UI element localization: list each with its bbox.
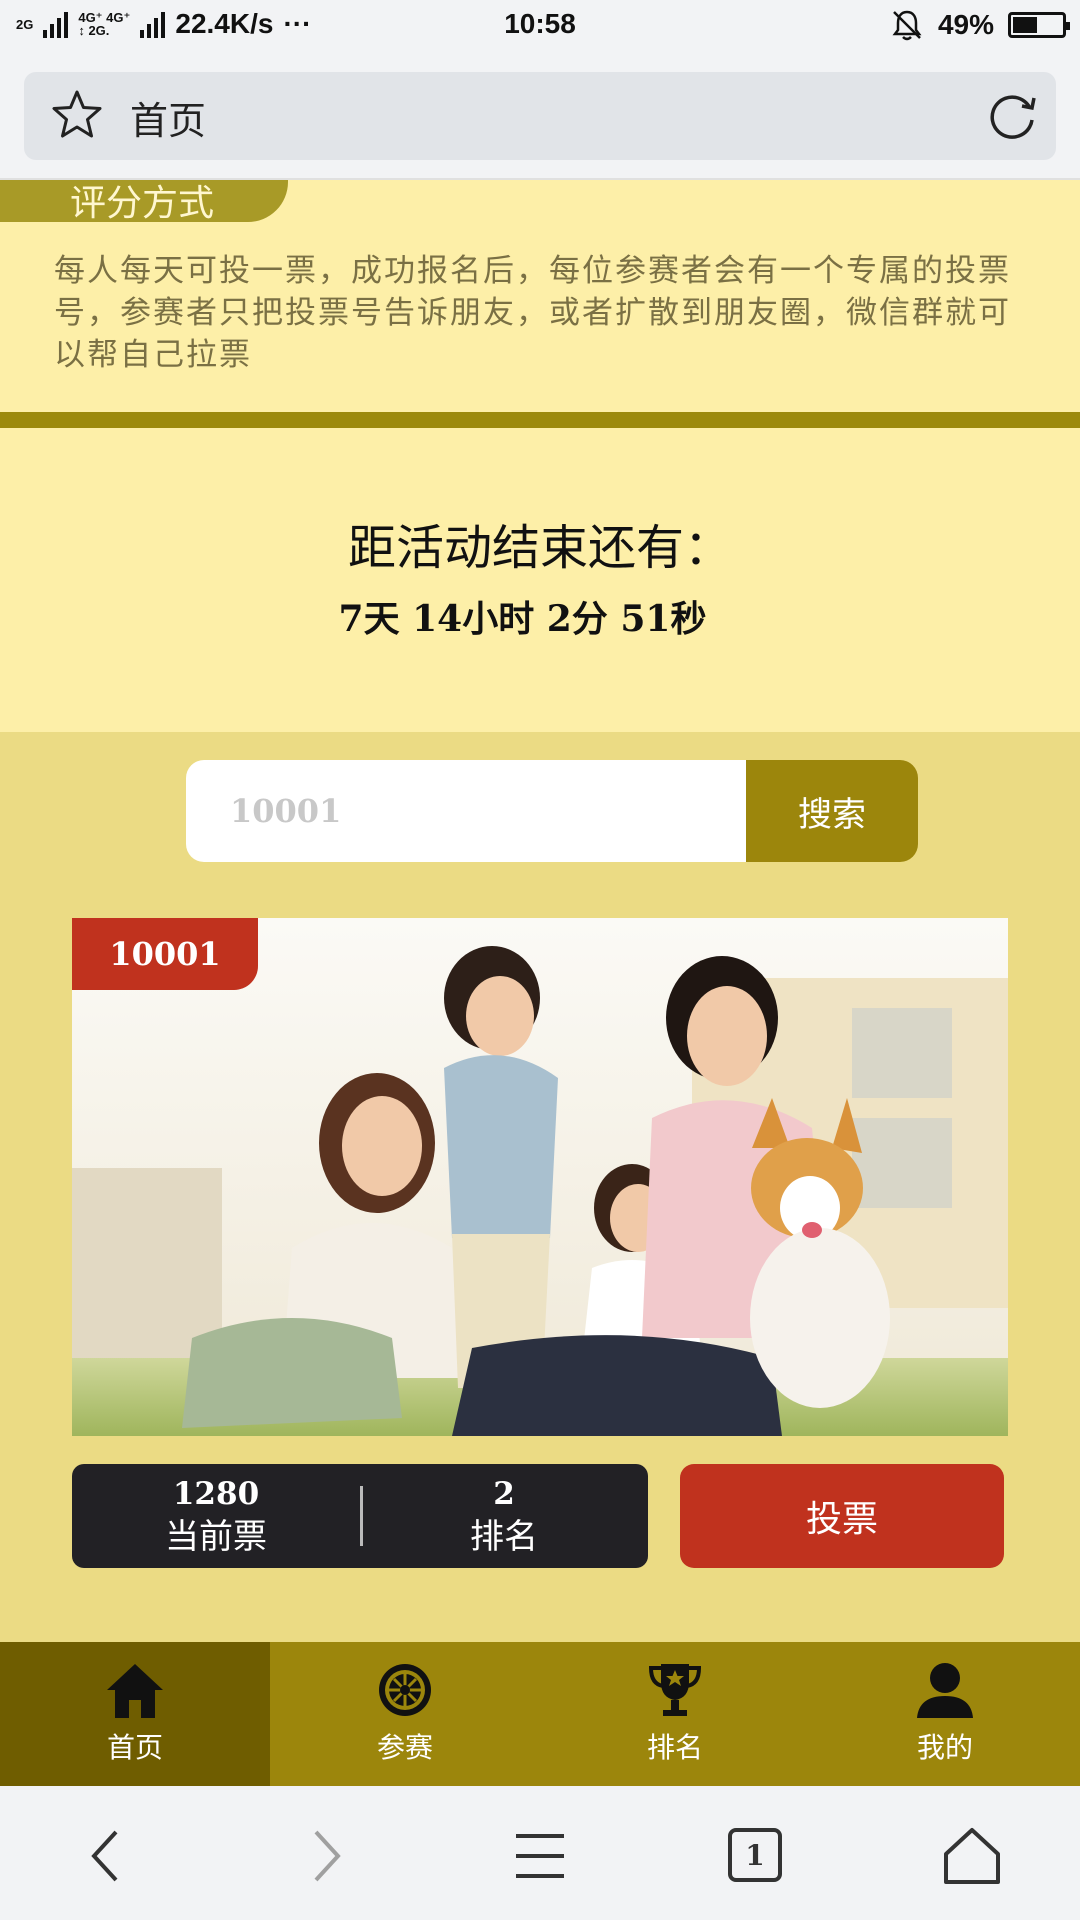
countdown-remaining: 7天 14小时 2分 51秒 (338, 598, 707, 640)
star-icon[interactable] (50, 88, 104, 142)
battery-percent: 49% (937, 9, 994, 40)
tab-join-label: 参赛 (376, 1731, 433, 1764)
rank-stat: 2 排名 (360, 1474, 648, 1560)
home-icon (107, 1664, 163, 1718)
entry-stats: 1280 当前票 2 排名 (72, 1464, 648, 1568)
entry-id-badge: 10001 (72, 918, 258, 990)
forward-icon[interactable] (294, 1826, 354, 1886)
search-input[interactable] (186, 760, 746, 862)
entry-photo[interactable]: 10001 (72, 918, 1008, 1436)
status-right: 49% (890, 8, 1070, 42)
vote-button[interactable]: 投票 (680, 1464, 1004, 1568)
rank-label: 排名 (470, 1517, 538, 1557)
countdown-heading: 距活动结束还有： (347, 520, 732, 576)
tab-mine[interactable]: 我的 (810, 1642, 1080, 1786)
reload-icon[interactable] (984, 88, 1040, 144)
family-photo-image (72, 918, 1008, 1436)
rank-value: 2 (493, 1476, 515, 1512)
main-section: 搜索 (0, 732, 1080, 1642)
battery-icon (1008, 12, 1070, 38)
rules-text: 每人每天可投一票，成功报名后，每位参赛者会有一个专属的投票号，参赛者只把投票号告… (54, 253, 1011, 373)
tab-ranking[interactable]: 排名 (540, 1642, 810, 1786)
trophy-icon (648, 1664, 702, 1716)
browser-nav-bar: 1 (0, 1786, 1080, 1920)
tab-home[interactable]: 首页 (0, 1642, 270, 1786)
menu-icon[interactable] (510, 1826, 570, 1886)
mute-bell-icon (892, 10, 922, 41)
tabs-count-button[interactable]: 1 (728, 1828, 782, 1882)
address-bar[interactable]: 首页 (24, 72, 1056, 160)
status-bar: 2G 4G⁺ 4G⁺ ↕ 2G. 22.4K/s ··· 10:58 49% (0, 0, 1080, 56)
rules-tag: 评分方式 (0, 180, 288, 224)
section-divider (0, 412, 1080, 428)
battery-fill (1013, 17, 1037, 33)
tab-mine-label: 我的 (916, 1731, 973, 1764)
wheel-icon (379, 1664, 431, 1716)
search-button[interactable]: 搜索 (746, 760, 918, 862)
votes-value: 1280 (172, 1476, 260, 1512)
search-bar: 搜索 (186, 760, 918, 862)
votes-stat: 1280 当前票 (72, 1474, 360, 1560)
page-title: 首页 (130, 99, 207, 143)
user-icon (917, 1663, 973, 1718)
tab-join[interactable]: 参赛 (270, 1642, 540, 1786)
bottom-tab-bar: 首页 参赛 排名 我的 (0, 1642, 1080, 1786)
countdown-section: 距活动结束还有： 7天 14小时 2分 51秒 (0, 428, 1080, 732)
votes-label: 当前票 (165, 1517, 267, 1557)
rules-section: 评分方式 每人每天可投一票，成功报名后，每位参赛者会有一个专属的投票号，参赛者只… (0, 180, 1080, 412)
tab-ranking-label: 排名 (646, 1731, 703, 1764)
tab-home-label: 首页 (106, 1731, 163, 1764)
back-icon[interactable] (78, 1826, 138, 1886)
home-nav-icon[interactable] (942, 1826, 1002, 1886)
